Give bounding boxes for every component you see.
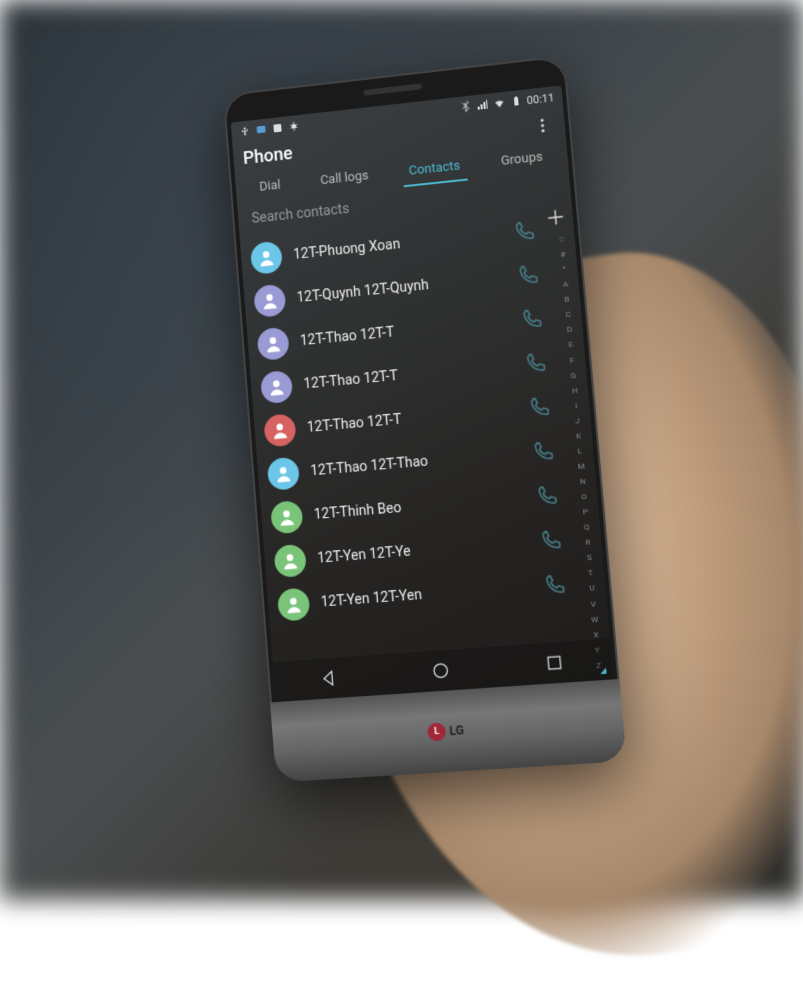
index-letter[interactable]: L xyxy=(577,447,582,455)
recents-button[interactable] xyxy=(543,652,565,674)
index-letter[interactable]: E xyxy=(568,341,573,349)
contact-name: 12T-Thao 12T-T xyxy=(306,401,517,435)
bluetooth-icon xyxy=(459,101,472,114)
call-button[interactable] xyxy=(528,395,552,419)
contact-name: 12T-Yen 12T-Ye xyxy=(317,534,529,566)
avatar-icon xyxy=(260,370,293,404)
call-button[interactable] xyxy=(531,440,555,464)
nav-hint-icon xyxy=(600,668,607,675)
avatar-icon xyxy=(250,241,283,275)
debug-icon xyxy=(288,120,300,133)
index-letter[interactable]: I xyxy=(575,402,578,410)
battery-icon xyxy=(509,95,522,108)
lg-logo-text: LG xyxy=(449,723,464,738)
index-letter[interactable]: # xyxy=(560,251,566,259)
phone-device: 00:11 Phone Dial Call logs Contacts Grou… xyxy=(223,55,627,782)
app-title: Phone xyxy=(242,143,293,169)
tab-label: Contacts xyxy=(408,158,461,178)
status-left xyxy=(239,120,300,138)
index-letter[interactable]: ☆ xyxy=(558,235,566,244)
index-letter[interactable]: K xyxy=(576,432,582,441)
avatar-icon xyxy=(270,500,304,534)
avatar-icon xyxy=(277,588,311,622)
avatar-icon xyxy=(257,327,290,361)
contact-name: 12T-Thao 12T-T xyxy=(303,357,513,392)
home-button[interactable] xyxy=(430,660,452,682)
call-button[interactable] xyxy=(520,307,544,331)
avatar-icon xyxy=(263,413,296,447)
tab-label: Groups xyxy=(500,150,543,169)
tab-label: Call logs xyxy=(320,168,369,188)
phone-screen: 00:11 Phone Dial Call logs Contacts Grou… xyxy=(231,85,614,702)
index-letter[interactable]: P xyxy=(582,508,588,517)
tab-label: Dial xyxy=(259,178,281,195)
back-button[interactable] xyxy=(319,668,340,689)
search-placeholder: Search contacts xyxy=(251,201,350,227)
contacts-list[interactable]: 12T-Phuong Xoan 12T-Quynh 12T-Quynh 12T-Th… xyxy=(240,208,585,703)
index-letter[interactable]: V xyxy=(590,600,596,609)
index-letter[interactable]: ^ xyxy=(562,266,566,274)
call-button[interactable] xyxy=(539,529,563,553)
index-letter[interactable]: F xyxy=(570,356,575,364)
index-letter[interactable]: N xyxy=(579,478,586,487)
index-letter[interactable]: C xyxy=(565,311,571,320)
index-letter[interactable]: X xyxy=(593,631,599,640)
index-letter[interactable]: R xyxy=(585,539,591,548)
call-button[interactable] xyxy=(535,484,559,508)
index-letter[interactable]: O xyxy=(581,493,587,502)
index-letter[interactable]: H xyxy=(572,386,578,395)
index-letter[interactable]: U xyxy=(589,585,595,594)
avatar-icon xyxy=(253,284,286,318)
tab-dial[interactable]: Dial xyxy=(253,173,288,203)
index-letter[interactable]: W xyxy=(591,615,599,624)
usb-icon xyxy=(239,125,251,138)
call-button[interactable] xyxy=(524,351,548,375)
phone-speaker xyxy=(363,83,422,96)
index-letter[interactable]: J xyxy=(575,417,580,425)
lg-logo-icon: L xyxy=(427,722,446,741)
call-button[interactable] xyxy=(513,219,537,243)
tab-groups[interactable]: Groups xyxy=(494,145,550,177)
index-letter[interactable]: M xyxy=(577,462,585,471)
contact-name: 12T-Thao 12T-Thao xyxy=(310,446,521,480)
notification-icon xyxy=(271,122,283,135)
index-letter[interactable]: D xyxy=(566,326,572,335)
contact-name: 12T-Thao 12T-T xyxy=(300,313,510,349)
index-letter[interactable]: B xyxy=(564,296,570,304)
index-letter[interactable]: A xyxy=(563,281,569,290)
index-letter[interactable]: Q xyxy=(584,523,590,532)
call-button[interactable] xyxy=(516,263,540,287)
lg-logo: L LG xyxy=(427,721,465,742)
index-letter[interactable]: T xyxy=(588,569,594,578)
index-letter[interactable]: G xyxy=(570,371,576,380)
avatar-icon xyxy=(267,457,300,491)
clock: 00:11 xyxy=(526,91,555,107)
contact-name: 12T-Yen 12T-Yen xyxy=(320,579,532,611)
index-letter[interactable]: S xyxy=(587,554,593,562)
avatar-icon xyxy=(273,544,307,578)
signal-icon xyxy=(476,99,489,112)
contact-name: 12T-Quynh 12T-Quynh xyxy=(296,270,506,306)
add-contact-button[interactable] xyxy=(544,205,568,229)
call-button[interactable] xyxy=(543,573,567,597)
contact-name: 12T-Thinh Beo xyxy=(313,490,524,523)
overflow-menu-button[interactable] xyxy=(530,112,556,138)
message-icon xyxy=(255,124,267,137)
contact-name: 12T-Phuong Xoan xyxy=(293,226,502,263)
wifi-icon xyxy=(492,97,505,110)
